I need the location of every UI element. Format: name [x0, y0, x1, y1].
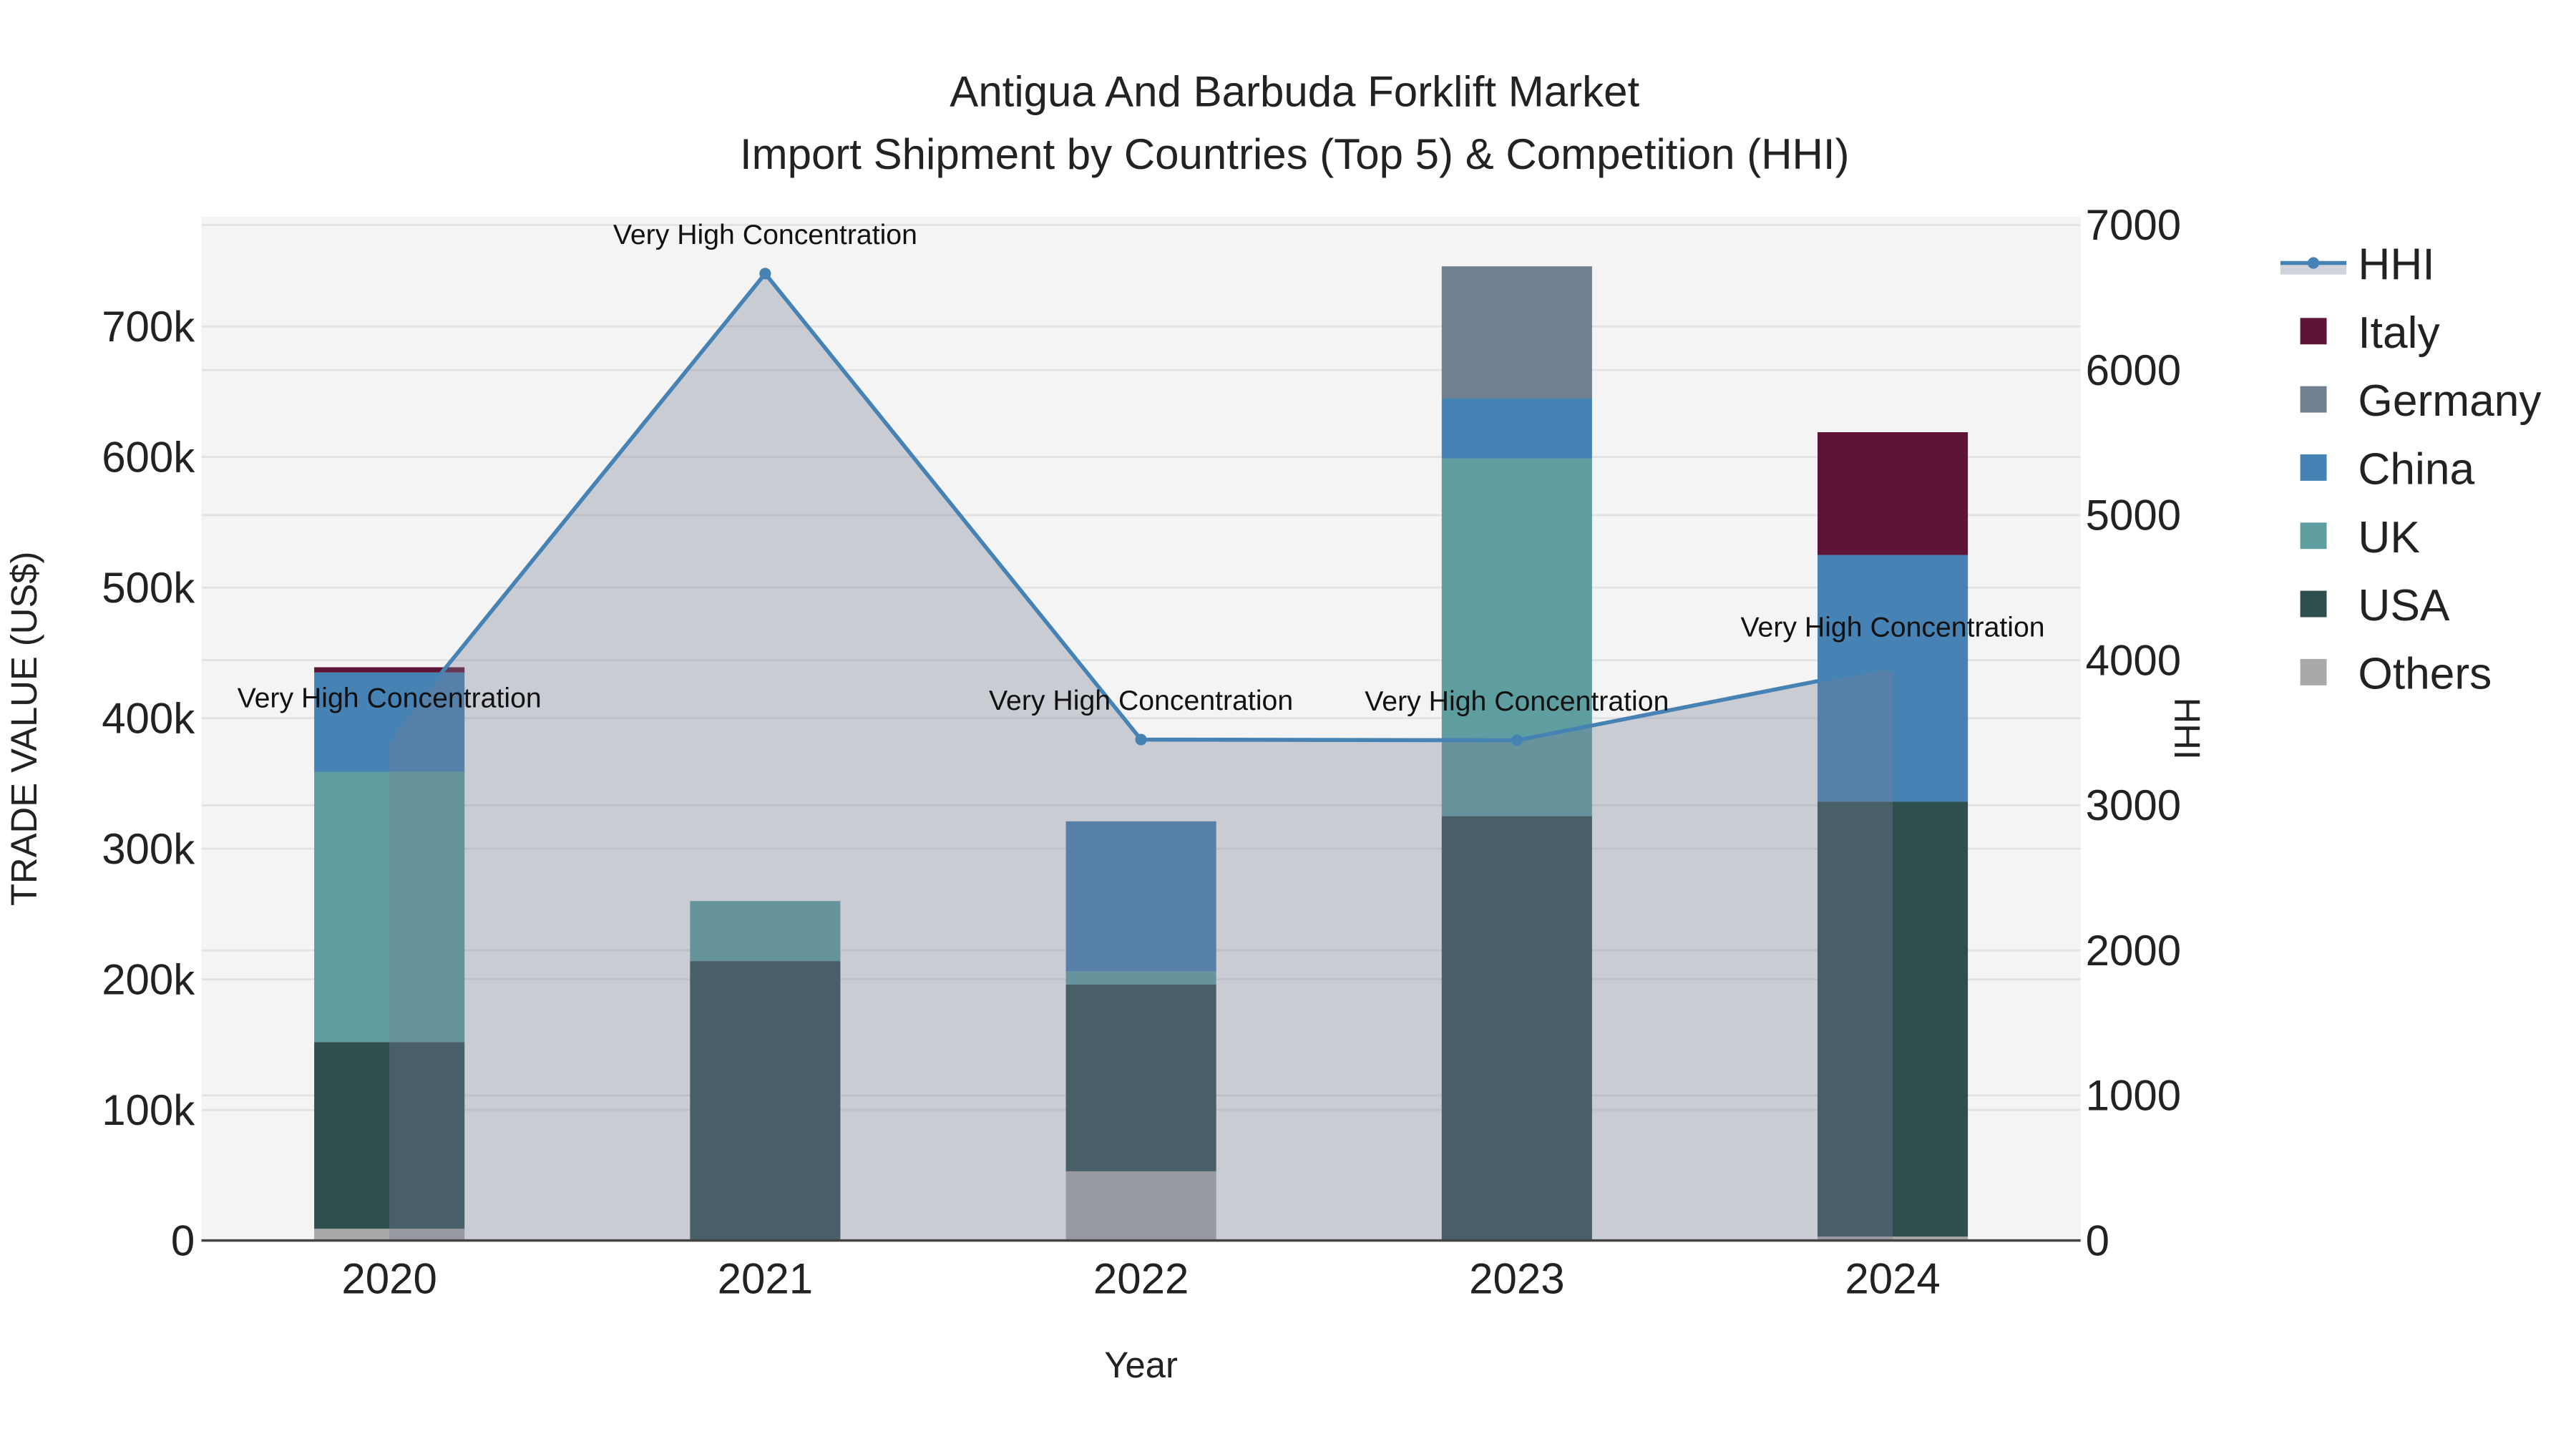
x-tick-label: 2021 [718, 1255, 813, 1303]
bar-italy-2024 [1818, 432, 1968, 555]
hhi-annotation: Very High Concentration [613, 219, 917, 250]
x-tick-label: 2020 [341, 1255, 436, 1303]
legend-hhi-marker [2308, 257, 2320, 269]
hhi-point-2023 [1511, 734, 1523, 746]
y2-axis-title: HHI [2167, 698, 2207, 760]
y2-tick-label: 7000 [2086, 201, 2181, 249]
chart-title: Antigua And Barbuda Forklift Market [950, 67, 1639, 115]
hhi-point-2020 [384, 731, 396, 743]
y-tick-label: 700k [102, 303, 195, 351]
legend-label-hhi: HHI [2358, 240, 2434, 290]
legend-swatch-china [2300, 454, 2327, 481]
hhi-point-2022 [1135, 733, 1147, 746]
y-tick-label: 200k [102, 955, 195, 1003]
x-tick-label: 2024 [1845, 1255, 1940, 1303]
legend: HHI Italy Germany China UK USA Others [2280, 240, 2542, 698]
y-axis-title: TRADE VALUE (US$) [4, 552, 44, 906]
legend-swatch-italy [2300, 318, 2327, 345]
legend-swatch-usa [2300, 590, 2327, 618]
hhi-point-2024 [1887, 660, 1899, 673]
x-tick-label: 2023 [1469, 1255, 1564, 1303]
legend-label-others: Others [2358, 649, 2492, 698]
legend-label-usa: USA [2358, 581, 2450, 630]
hhi-point-2021 [759, 268, 771, 280]
y-tick-label: 500k [102, 564, 195, 612]
y-tick-label: 0 [171, 1216, 195, 1264]
bar-china-2023 [1441, 398, 1592, 459]
y2-tick-label: 5000 [2086, 492, 2181, 540]
y2-tick-label: 4000 [2086, 636, 2181, 684]
y2-tick-label: 2000 [2086, 927, 2181, 975]
y-tick-label: 400k [102, 694, 195, 742]
y2-tick-label: 0 [2086, 1216, 2109, 1264]
chart-subtitle: Import Shipment by Countries (Top 5) & C… [740, 130, 1850, 178]
legend-label-china: China [2358, 444, 2474, 494]
bar-germany-2023 [1441, 266, 1592, 399]
legend-swatch-germany [2300, 386, 2327, 413]
y-tick-label: 300k [102, 825, 195, 873]
hhi-annotation: Very High Concentration [1741, 612, 2045, 643]
legend-label-uk: UK [2358, 513, 2420, 562]
hhi-annotation: Very High Concentration [238, 683, 542, 714]
y2-tick-label: 1000 [2086, 1072, 2181, 1120]
x-axis-ticks: 2020 2021 2022 2023 2024 [341, 1255, 1940, 1303]
hhi-annotation: Very High Concentration [1365, 686, 1669, 717]
legend-label-italy: Italy [2358, 308, 2440, 358]
x-axis-title: Year [1104, 1345, 1178, 1385]
legend-label-germany: Germany [2358, 376, 2542, 426]
chart: Very High Concentration Very High Concent… [4, 67, 2542, 1385]
left-axis-ticks: 0 100k 200k 300k 400k 500k 600k 700k [102, 303, 195, 1264]
legend-swatch-others [2300, 658, 2327, 686]
legend-swatch-uk [2300, 522, 2327, 550]
x-tick-label: 2022 [1093, 1255, 1189, 1303]
y-tick-label: 100k [102, 1086, 195, 1134]
y2-tick-label: 6000 [2086, 346, 2181, 394]
hhi-annotation: Very High Concentration [989, 685, 1293, 716]
y-tick-label: 600k [102, 433, 195, 481]
y2-tick-label: 3000 [2086, 781, 2181, 829]
